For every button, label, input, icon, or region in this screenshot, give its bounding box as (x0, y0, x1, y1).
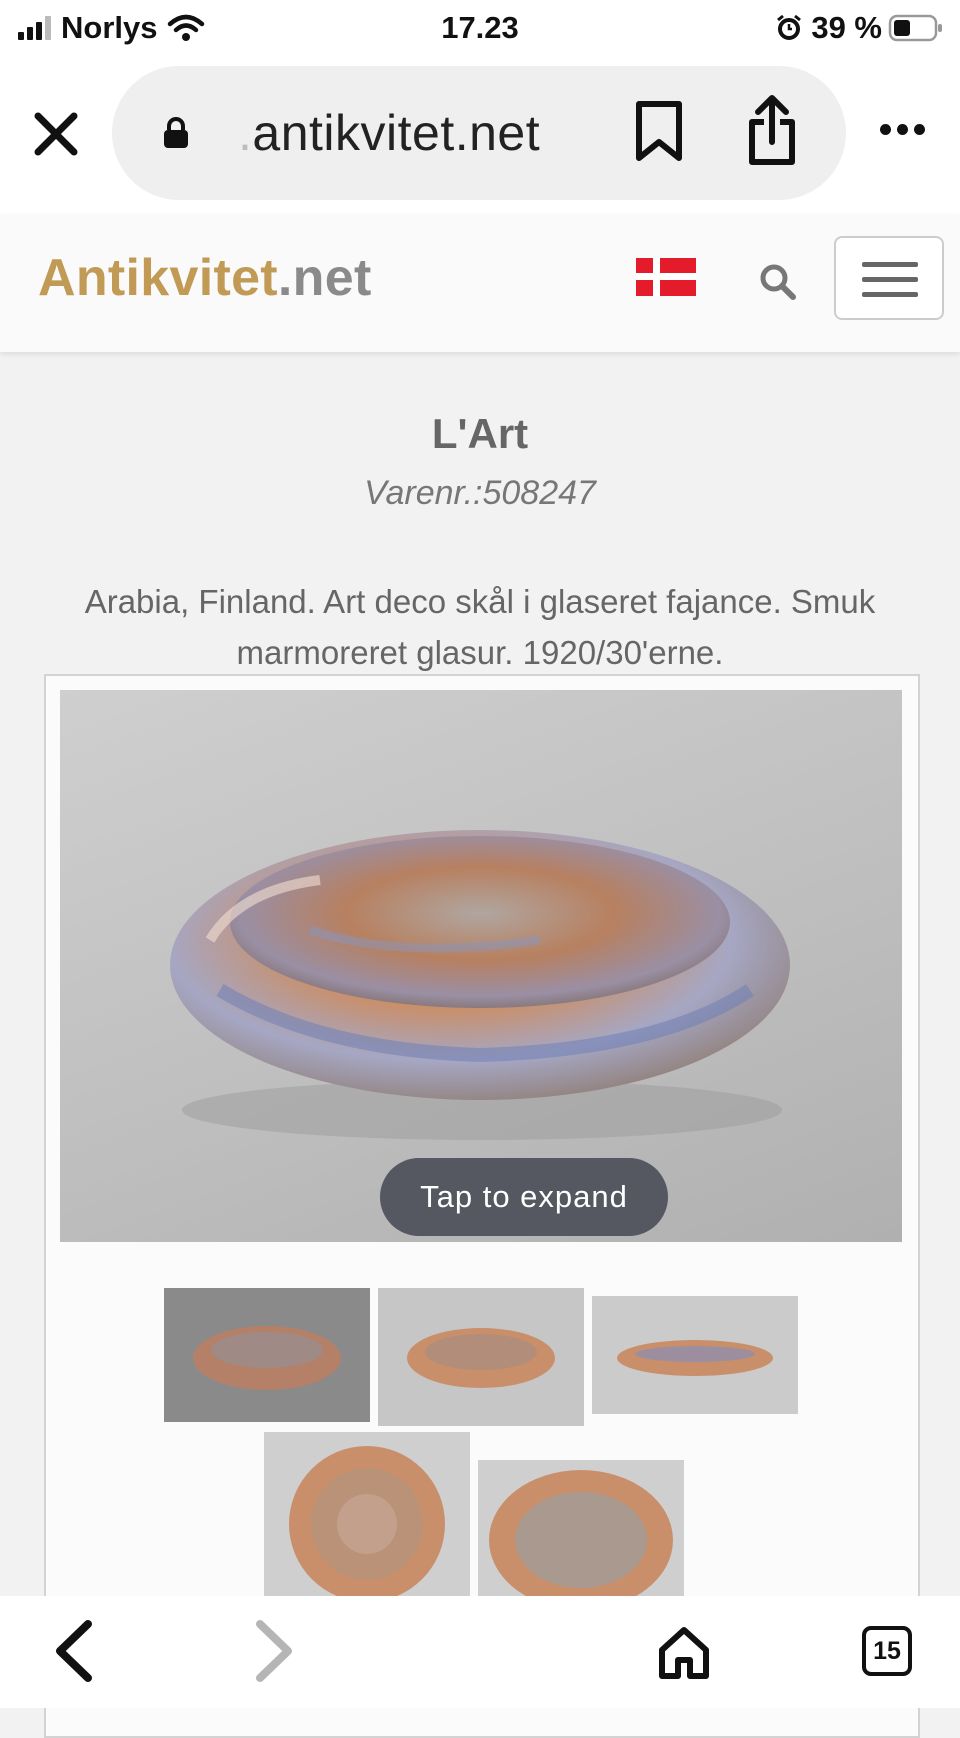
site-logo[interactable]: Antikvitet.net (38, 248, 372, 308)
thumbnail-2[interactable] (378, 1288, 584, 1426)
status-bar: Norlys 17.23 39 % (0, 0, 960, 56)
thumbnail-3[interactable] (592, 1296, 798, 1414)
tabs-icon[interactable]: 15 (862, 1626, 912, 1676)
close-icon[interactable] (30, 108, 82, 160)
lock-icon (164, 117, 188, 148)
site-header: Antikvitet.net (0, 214, 960, 352)
thumbnail-1[interactable] (164, 1288, 370, 1422)
logo-part1: Antikvitet (38, 249, 278, 307)
forward-icon[interactable] (250, 1618, 298, 1684)
more-icon[interactable] (880, 124, 925, 135)
thumbnail-4[interactable] (264, 1432, 470, 1612)
tap-to-expand-button[interactable]: Tap to expand (380, 1158, 668, 1236)
menu-button[interactable] (834, 236, 944, 320)
product-gallery: Tap to expand (44, 674, 920, 1738)
logo-part2: .net (277, 249, 372, 307)
search-icon[interactable] (758, 262, 798, 302)
bookmark-icon[interactable] (634, 100, 684, 162)
back-icon[interactable] (50, 1618, 98, 1684)
home-icon[interactable] (656, 1624, 712, 1680)
product-title: L'Art (431, 410, 529, 457)
url-faded-prefix: . (238, 105, 253, 161)
battery-icon (888, 14, 942, 42)
url-domain: antikvitet.net (252, 105, 541, 161)
product-description: Arabia, Finland. Art deco skål i glasere… (84, 583, 876, 671)
battery-percent: 39 % (811, 10, 882, 45)
address-bar[interactable]: .antikvitet.net (112, 66, 846, 200)
browser-url-row: .antikvitet.net (0, 56, 960, 214)
danish-flag-icon[interactable] (636, 258, 696, 296)
browser-toolbar: 15 (0, 1596, 960, 1708)
url-text[interactable]: .antikvitet.net (238, 104, 540, 162)
alarm-icon (777, 14, 802, 40)
share-icon[interactable] (746, 94, 798, 166)
main-product-image[interactable]: Tap to expand (60, 690, 902, 1242)
product-number: Varenr.:508247 (364, 474, 596, 512)
thumbnail-5[interactable] (478, 1460, 684, 1612)
